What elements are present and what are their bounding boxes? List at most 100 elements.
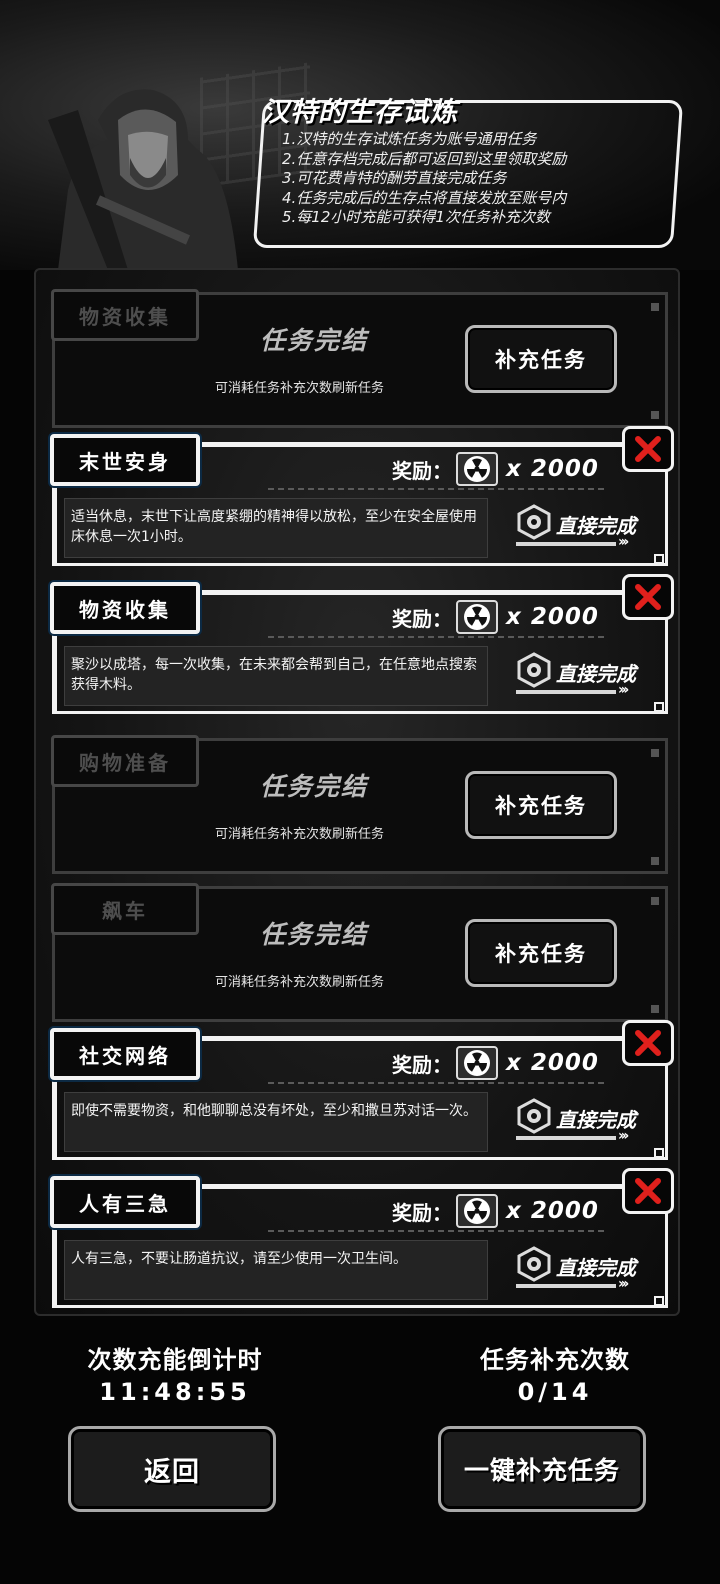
- direct-complete-button[interactable]: 直接完成 ›››: [512, 652, 652, 700]
- refills-label: 任务补充次数: [480, 1346, 630, 1374]
- reward-multiplier: x 2000: [506, 1050, 599, 1076]
- task-reward: 奖励： x 2000: [392, 452, 599, 486]
- refill-task-button[interactable]: 补充任务: [465, 771, 617, 839]
- direct-complete-bar: [516, 542, 616, 546]
- task-card-completed: 购物准备 任务完结 可消耗任务补充次数刷新任务 补充任务: [51, 735, 668, 874]
- divider: [268, 1082, 604, 1084]
- rule-item: 3.可花费肯特的酬劳直接完成任务: [282, 169, 507, 187]
- reward-multiplier: x 2000: [506, 456, 599, 482]
- corner-marker: [654, 1148, 664, 1158]
- direct-complete-bar: [516, 1136, 616, 1140]
- corner-dot: [651, 749, 659, 757]
- divider: [268, 488, 604, 490]
- rule-item: 2.任意存档完成后都可返回到这里领取奖励: [282, 149, 567, 168]
- task-description: 聚沙以成塔，每一次收集，在未来都会帮到自己，在任意地点搜索获得木料。: [64, 646, 488, 706]
- task-tag: 社交网络: [50, 1028, 200, 1080]
- task-panel: 物资收集 任务完结 可消耗任务补充次数刷新任务 补充任务 末世安身 奖励： x …: [34, 268, 680, 1316]
- task-reward: 奖励： x 2000: [392, 1194, 599, 1228]
- reward-label: 奖励：: [392, 1200, 452, 1225]
- reward-label: 奖励：: [392, 1052, 452, 1077]
- reward-multiplier: x 2000: [506, 1198, 599, 1224]
- task-frame-top: [200, 1184, 622, 1189]
- corner-marker: [654, 702, 664, 712]
- close-icon: [635, 584, 661, 610]
- radiation-icon: [456, 1194, 498, 1228]
- close-button[interactable]: [622, 1168, 674, 1214]
- countdown-label: 次数充能倒计时: [87, 1346, 263, 1374]
- reward-label: 奖励：: [392, 458, 452, 483]
- refill-all-button[interactable]: 一键补充任务: [438, 1426, 646, 1512]
- emblem-icon: [517, 504, 551, 540]
- task-refresh-hint: 可消耗任务补充次数刷新任务: [215, 975, 385, 990]
- close-button[interactable]: [622, 1020, 674, 1066]
- task-refresh-hint: 可消耗任务补充次数刷新任务: [215, 381, 385, 396]
- reward-label: 奖励：: [392, 606, 452, 631]
- task-reward: 奖励： x 2000: [392, 600, 599, 634]
- radiation-icon: [456, 600, 498, 634]
- corner-dot: [651, 897, 659, 905]
- close-icon: [635, 436, 661, 462]
- direct-complete-button[interactable]: 直接完成 ›››: [512, 1098, 652, 1146]
- refill-task-button[interactable]: 补充任务: [465, 325, 617, 393]
- task-frame-top: [200, 442, 622, 447]
- task-tag: 购物准备: [51, 735, 199, 787]
- task-frame-top: [200, 590, 622, 595]
- direct-complete-button[interactable]: 直接完成 ›››: [512, 1246, 652, 1294]
- task-card-active: 末世安身 奖励： x 2000 适当休息，末世下让高度紧绷的精神得以放松，至少在…: [50, 426, 674, 566]
- task-card-completed: 飙车 任务完结 可消耗任务补充次数刷新任务 补充任务: [51, 883, 668, 1022]
- radiation-icon: [456, 1046, 498, 1080]
- rule-item: 5.每12小时充能可获得1次任务补充次数: [282, 208, 550, 226]
- close-button[interactable]: [622, 426, 674, 472]
- corner-marker: [654, 1296, 664, 1306]
- rule-item: 4.任务完成后的生存点将直接发放至账号内: [282, 188, 567, 207]
- task-tag: 人有三急: [50, 1176, 200, 1228]
- task-tag: 物资收集: [50, 582, 200, 634]
- corner-marker: [654, 554, 664, 564]
- task-card-active: 人有三急 奖励： x 2000 人有三急，不要让肠道抗议，请至少使用一次卫生间。…: [50, 1168, 674, 1308]
- task-frame-top: [200, 1036, 622, 1041]
- task-tag: 末世安身: [50, 434, 200, 486]
- task-tag: 物资收集: [51, 289, 199, 341]
- reward-multiplier: x 2000: [506, 604, 599, 630]
- divider: [268, 636, 604, 638]
- close-icon: [635, 1030, 661, 1056]
- refill-all-button-label: 一键补充任务: [463, 1456, 620, 1485]
- emblem-icon: [517, 1246, 551, 1282]
- task-reward: 奖励： x 2000: [392, 1046, 599, 1080]
- task-card-active: 物资收集 奖励： x 2000 聚沙以成塔，每一次收集，在未来都会帮到自己，在任…: [50, 574, 674, 714]
- direct-complete-bar: [516, 1284, 616, 1288]
- direct-complete-button[interactable]: 直接完成 ›››: [512, 504, 652, 552]
- back-button-label: 返回: [144, 1456, 200, 1488]
- radiation-icon: [456, 452, 498, 486]
- close-icon: [635, 1178, 661, 1204]
- task-description: 适当休息，末世下让高度紧绷的精神得以放松，至少在安全屋使用床休息一次1小时。: [64, 498, 488, 558]
- task-refresh-hint: 可消耗任务补充次数刷新任务: [215, 827, 385, 842]
- header-banner: 汉特的生存试炼 1.汉特的生存试炼任务为账号通用任务 2.任意存档完成后都可返回…: [0, 0, 720, 270]
- countdown-value: 11:48:55: [99, 1378, 251, 1406]
- corner-dot: [651, 1005, 659, 1013]
- arrows-icon: ›››: [618, 1128, 629, 1144]
- task-description: 即使不需要物资，和他聊聊总没有坏处，至少和撒旦苏对话一次。: [64, 1092, 488, 1152]
- task-card-completed: 物资收集 任务完结 可消耗任务补充次数刷新任务 补充任务: [51, 289, 668, 428]
- task-tag: 飙车: [51, 883, 199, 935]
- refill-task-button[interactable]: 补充任务: [465, 919, 617, 987]
- emblem-icon: [517, 652, 551, 688]
- task-status: 任务完结: [260, 772, 369, 801]
- rule-item: 1.汉特的生存试炼任务为账号通用任务: [282, 130, 537, 148]
- corner-dot: [651, 411, 659, 419]
- divider: [268, 1230, 604, 1232]
- arrows-icon: ›››: [618, 534, 629, 550]
- corner-dot: [651, 857, 659, 865]
- rules-list: 1.汉特的生存试炼任务为账号通用任务 2.任意存档完成后都可返回到这里领取奖励 …: [282, 130, 566, 228]
- task-status: 任务完结: [260, 326, 369, 355]
- close-button[interactable]: [622, 574, 674, 620]
- page-title: 汉特的生存试炼: [262, 97, 458, 128]
- arrows-icon: ›››: [618, 1276, 629, 1292]
- corner-dot: [651, 303, 659, 311]
- direct-complete-bar: [516, 690, 616, 694]
- emblem-icon: [517, 1098, 551, 1134]
- refills-value: 0/14: [517, 1378, 593, 1406]
- task-card-active: 社交网络 奖励： x 2000 即使不需要物资，和他聊聊总没有坏处，至少和撒旦苏…: [50, 1020, 674, 1160]
- back-button[interactable]: 返回: [68, 1426, 276, 1512]
- task-description: 人有三急，不要让肠道抗议，请至少使用一次卫生间。: [64, 1240, 488, 1300]
